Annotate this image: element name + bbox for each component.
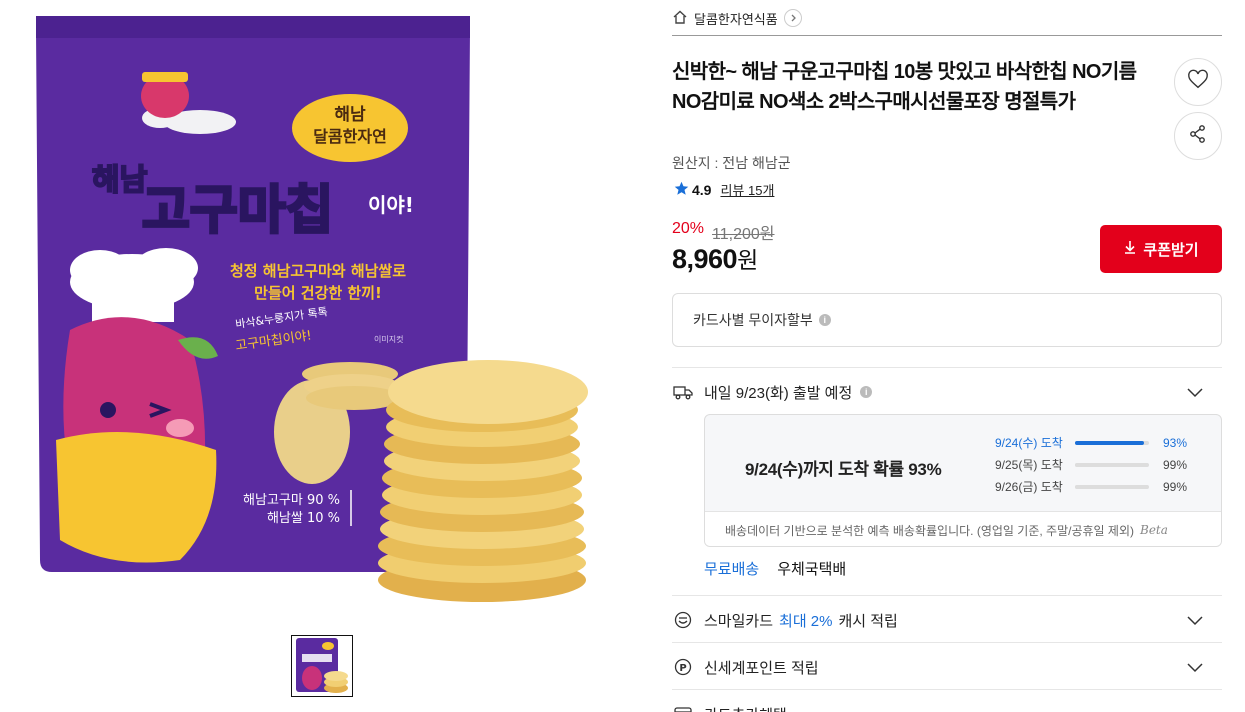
probability-fill	[1075, 484, 1149, 489]
final-price-unit: 원	[737, 247, 758, 273]
card-benefit-row[interactable]: 카드추가혜택	[672, 692, 1222, 712]
wishlist-button[interactable]	[1174, 58, 1222, 106]
installment-info[interactable]: 카드사별 무이자할부 i	[672, 293, 1222, 347]
product-thumbnail[interactable]	[291, 635, 353, 697]
chevron-down-icon[interactable]	[1186, 383, 1204, 405]
share-icon	[1188, 124, 1208, 149]
rating-score: 4.9	[692, 181, 712, 198]
bag-title-small: 해남	[92, 163, 148, 198]
final-price: 8,960원	[672, 241, 758, 275]
arrival-line: 9/26(금) 도착 99%	[995, 478, 1193, 495]
bag-slogan-line1: 청정 해남고구마와 해남쌀로	[230, 262, 406, 280]
ssg-point-row[interactable]: P 신세계포인트 적립	[672, 645, 1222, 689]
product-title: 신박한~ 해남 구운고구마칩 10봉 맛있고 바삭한칩 NO기름 NO감미료 N…	[672, 61, 1137, 113]
download-icon	[1123, 240, 1137, 258]
smile-card-highlight: 최대 2%	[779, 612, 833, 630]
final-price-value: 8,960	[672, 244, 738, 274]
coupon-download-button[interactable]: 쿠폰받기	[1100, 225, 1222, 273]
share-button[interactable]	[1174, 112, 1222, 160]
arrival-percent: 93%	[1163, 435, 1188, 450]
chevron-right-icon	[783, 9, 802, 27]
seller-link[interactable]: 달콤한자연식품	[672, 6, 802, 30]
smile-icon	[672, 609, 694, 631]
probability-bar	[1075, 484, 1149, 489]
bag-ingredient-line1: 해남고구마 90 %	[243, 493, 340, 508]
beta-tag: Beta	[1140, 523, 1168, 537]
card-benefit-label: 카드추가혜택	[704, 704, 787, 712]
bag-ingredient-line2: 해남쌀 10 %	[267, 511, 340, 526]
chevron-down-icon[interactable]	[1186, 658, 1204, 680]
divider	[672, 689, 1222, 690]
divider	[672, 367, 1222, 368]
delivery-label: 내일 9/23(화) 출발 예정	[704, 384, 853, 402]
review-count-link[interactable]: 리뷰 15개	[720, 180, 774, 199]
arrival-note: 배송데이터 기반으로 분석한 예측 배송확률입니다. (영업일 기준, 주말/공…	[705, 511, 1221, 546]
courier-label: 우체국택배	[777, 561, 847, 578]
arrival-date: 9/25(목) 도착	[995, 458, 1063, 472]
smile-card-suffix: 캐시 적립	[838, 612, 898, 630]
bag-title-big: 고구마칩	[142, 181, 333, 241]
arrival-line: 9/25(목) 도착 99%	[995, 456, 1193, 473]
heart-icon	[1187, 69, 1209, 96]
info-icon[interactable]: i	[860, 386, 873, 398]
home-icon	[672, 9, 688, 28]
probability-fill	[1075, 462, 1149, 467]
truck-icon	[672, 381, 694, 403]
arrival-percent: 99%	[1163, 457, 1188, 472]
arrival-note-text: 배송데이터 기반으로 분석한 예측 배송확률입니다. (영업일 기준, 주말/공…	[725, 523, 1134, 538]
chevron-down-icon[interactable]	[1186, 611, 1204, 633]
arrival-date: 9/26(금) 도착	[995, 480, 1063, 494]
product-info-panel: 달콤한자연식품 신박한~ 해남 구운고구마칩 10봉 맛있고 바삭한칩 NO기름…	[672, 0, 1222, 712]
info-icon[interactable]: i	[818, 314, 831, 326]
bag-brand-line1: 해남	[334, 105, 366, 125]
product-origin: 원산지 : 전남 해남군	[672, 155, 791, 171]
installment-label: 카드사별 무이자할부	[693, 312, 813, 328]
bag-brand-line2: 달콤한자연	[313, 127, 387, 146]
shipping-info: 무료배송 우체국택배	[704, 558, 846, 579]
free-shipping-label: 무료배송	[704, 561, 760, 578]
bag-image-note: 이미지컷	[374, 334, 403, 344]
svg-text:P: P	[679, 663, 686, 674]
arrival-probability-box: 9/24(수)까지 도착 확률 93% 9/24(수) 도착 93% 9/25(…	[704, 414, 1222, 547]
bag-slogan-line2: 만들어 건강한 한끼!	[254, 284, 382, 302]
arrival-line: 9/24(수) 도착 93%	[995, 434, 1193, 451]
probability-bar	[1075, 440, 1149, 445]
probability-bar	[1075, 462, 1149, 467]
arrival-date: 9/24(수) 도착	[995, 436, 1063, 450]
arrival-percent: 99%	[1163, 479, 1188, 494]
smile-card-row[interactable]: 스마일카드 최대 2% 캐시 적립	[672, 598, 1222, 642]
seller-name: 달콤한자연식품	[694, 11, 778, 27]
product-main-image: 해남 달콤한자연 해남 고구마칩 이야! 청정 해남고구마와 해남쌀로 만들어 …	[0, 0, 640, 620]
coupon-label: 쿠폰받기	[1143, 241, 1199, 259]
ssg-point-label: 신세계포인트 적립	[704, 659, 819, 677]
divider	[672, 35, 1222, 36]
point-icon: P	[672, 656, 694, 678]
probability-fill	[1075, 440, 1144, 445]
card-icon	[672, 703, 694, 712]
divider	[672, 642, 1222, 643]
rating-summary: 4.9 리뷰 15개	[674, 180, 774, 199]
divider	[672, 595, 1222, 596]
delivery-row[interactable]: 내일 9/23(화) 출발 예정 i	[672, 370, 1222, 414]
bag-title-tail: 이야!	[368, 193, 414, 217]
arrival-headline: 9/24(수)까지 도착 확률 93%	[745, 460, 942, 479]
smile-card-label: 스마일카드	[704, 612, 774, 630]
star-icon	[674, 181, 689, 199]
